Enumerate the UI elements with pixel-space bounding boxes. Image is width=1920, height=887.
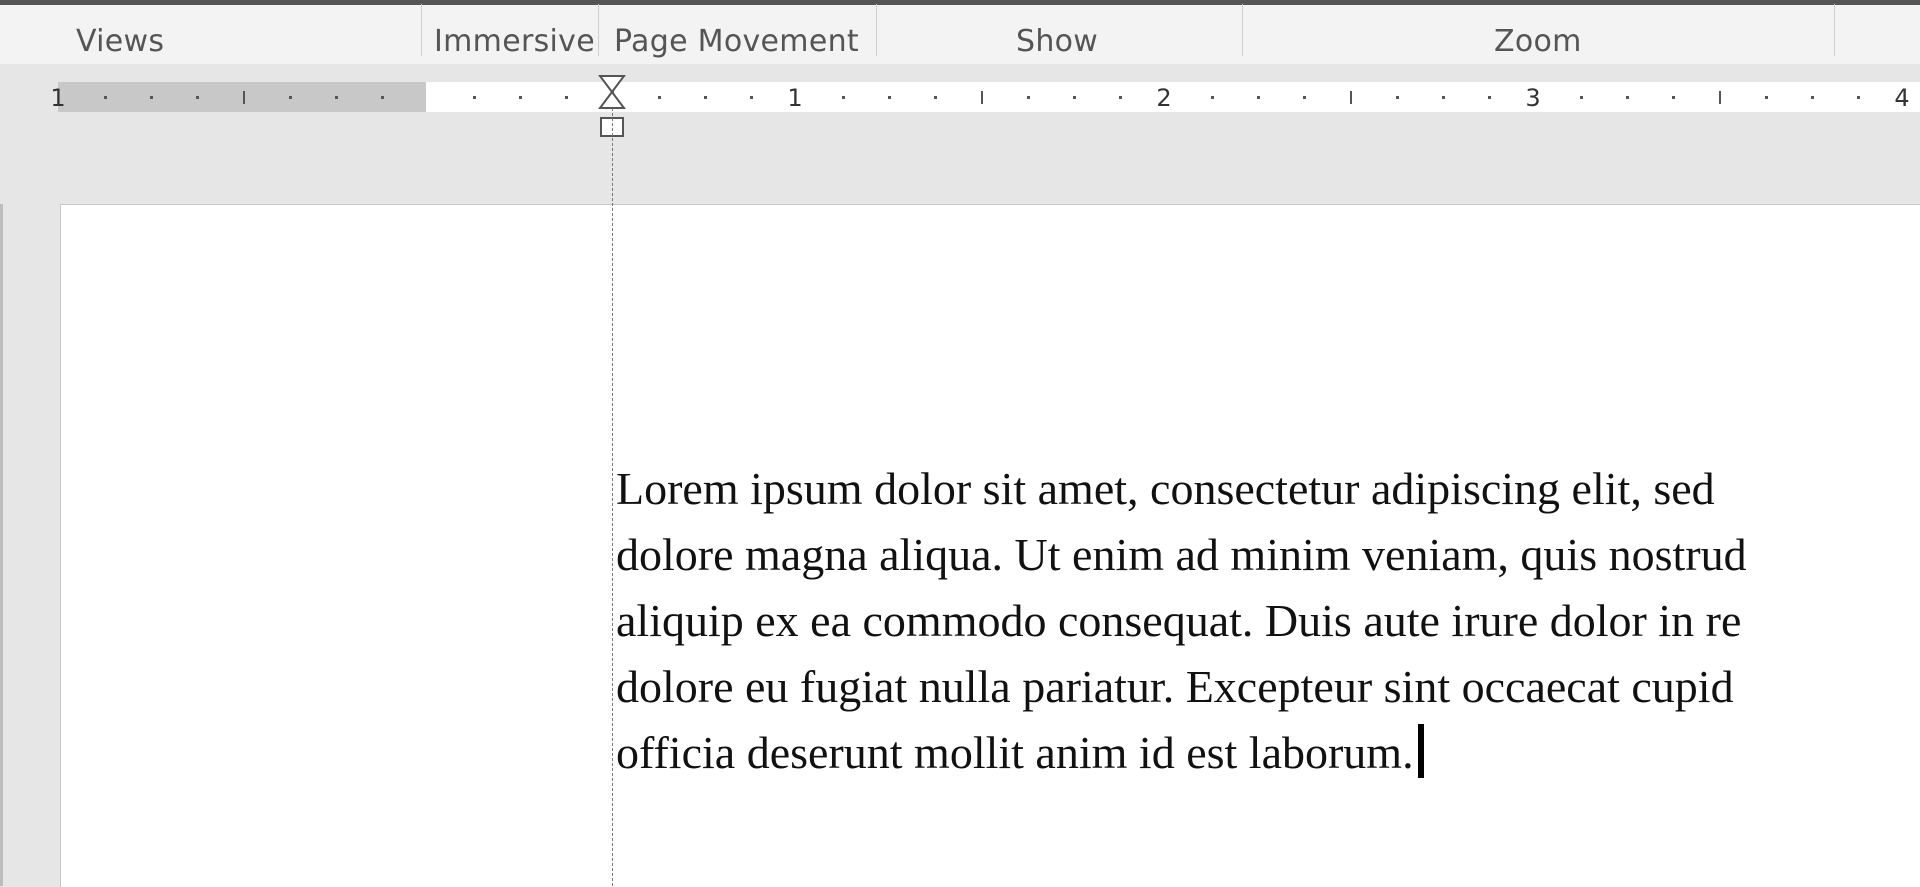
- ruler-tick: [1257, 96, 1260, 99]
- ruler-tick: [934, 96, 937, 99]
- ruler-tick: [1765, 96, 1768, 99]
- ruler-left-margin[interactable]: [58, 82, 426, 112]
- group-separator: [876, 4, 877, 56]
- ruler-tick: [243, 91, 245, 104]
- ruler-tick: [1442, 96, 1445, 99]
- ruler-tick: [750, 96, 753, 99]
- ruler-tick: [842, 96, 845, 99]
- group-label-show: Show: [1016, 24, 1099, 59]
- ruler-tick: [658, 96, 661, 99]
- ruler-tick: [1303, 96, 1306, 99]
- ruler-tick: [1580, 96, 1583, 99]
- document-line-last[interactable]: officia deserunt mollit anim id est labo…: [616, 720, 1920, 786]
- ruler-tick: [1811, 96, 1814, 99]
- document-line[interactable]: dolore eu fugiat nulla pariatur. Excepte…: [616, 654, 1920, 720]
- ruler-tick: [381, 96, 384, 99]
- ruler-tick: [473, 96, 476, 99]
- ruler-tick: [704, 96, 707, 99]
- group-separator: [598, 4, 599, 56]
- group-label-zoom: Zoom: [1494, 24, 1582, 59]
- ruler-number: 1: [787, 84, 803, 112]
- ruler-tick: [981, 91, 983, 104]
- ruler-tick: [1027, 96, 1030, 99]
- group-label-immersive: Immersive: [434, 24, 595, 59]
- ribbon-top-border: [0, 0, 1920, 5]
- ruler-tick: [196, 96, 199, 99]
- ruler-tick: [150, 96, 153, 99]
- ruler-tick: [1626, 96, 1629, 99]
- group-separator: [1242, 4, 1243, 56]
- ruler-tick: [519, 96, 522, 99]
- horizontal-ruler[interactable]: 1 1 2 3 4: [50, 82, 1920, 112]
- ruler-tick: [335, 96, 338, 99]
- document-body[interactable]: Lorem ipsum dolor sit amet, consectetur …: [616, 456, 1920, 786]
- ruler-tick: [1488, 96, 1491, 99]
- ruler-tick: [1211, 96, 1214, 99]
- document-line[interactable]: Lorem ipsum dolor sit amet, consectetur …: [616, 456, 1920, 522]
- group-separator: [1834, 4, 1835, 56]
- ruler-tick: [565, 96, 568, 99]
- document-line[interactable]: dolore magna aliqua. Ut enim ad minim ve…: [616, 522, 1920, 588]
- document-line-text[interactable]: officia deserunt mollit anim id est labo…: [616, 727, 1414, 778]
- ruler-number: 3: [1525, 84, 1541, 112]
- group-label-views: Views: [76, 24, 165, 59]
- group-separator: [421, 4, 422, 56]
- text-cursor: [1417, 724, 1424, 778]
- ruler-tick: [1672, 96, 1675, 99]
- ruler-number: 2: [1156, 84, 1172, 112]
- ruler-tick: [1857, 96, 1860, 99]
- ruler-tick: [1350, 91, 1352, 104]
- ruler-tick: [289, 96, 292, 99]
- indent-guide-line: [612, 108, 613, 886]
- ruler-tick: [1073, 96, 1076, 99]
- ruler-tick: [1719, 91, 1721, 104]
- ruler-tick: [1119, 96, 1122, 99]
- ribbon-group-labels: Views Immersive Page Movement Show Zoom: [0, 0, 1920, 65]
- ruler-tick: [104, 96, 107, 99]
- ruler-number: 4: [1894, 84, 1910, 112]
- ruler-tick: [888, 96, 891, 99]
- group-label-page-movement: Page Movement: [614, 24, 859, 59]
- ruler-tick: [1396, 96, 1399, 99]
- document-line[interactable]: aliquip ex ea commodo consequat. Duis au…: [616, 588, 1920, 654]
- ruler-number: 1: [50, 84, 66, 112]
